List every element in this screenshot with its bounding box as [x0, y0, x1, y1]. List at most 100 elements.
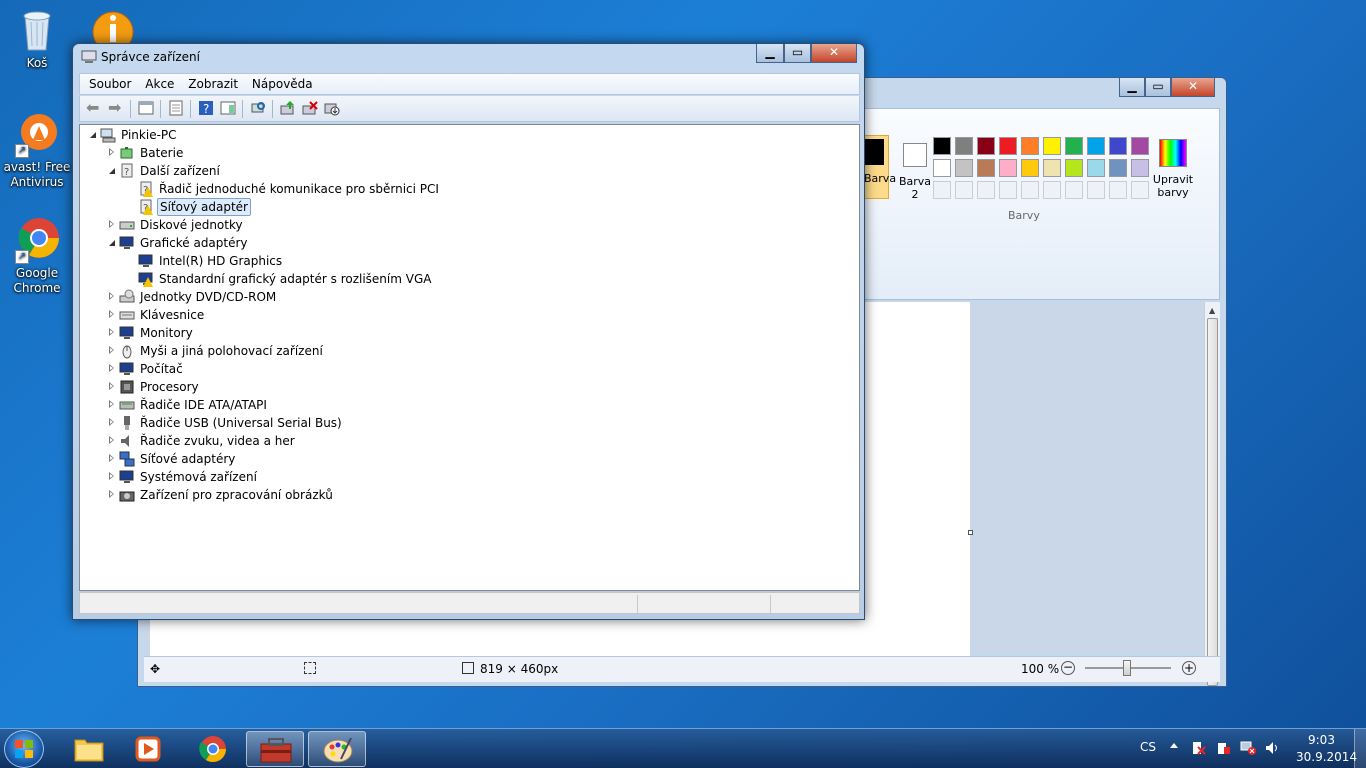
color-swatch[interactable] [933, 137, 951, 155]
tree-device[interactable]: ? Síťový adaptér [80, 198, 840, 216]
paint-vertical-scrollbar[interactable]: ▲ [1204, 302, 1220, 686]
zoom-slider[interactable] [1085, 660, 1171, 676]
collapsed-triangle-icon[interactable] [109, 310, 114, 318]
color-swatch[interactable] [999, 159, 1017, 177]
forward-arrow-icon[interactable]: ➡ [108, 100, 124, 116]
tree-device[interactable]: ? Řadič jednoduché komunikace pro sběrnic… [80, 180, 840, 198]
color-swatch[interactable] [1043, 137, 1061, 155]
color-swatch[interactable] [1087, 137, 1105, 155]
menu-napoveda[interactable]: Nápověda [250, 74, 321, 91]
collapsed-triangle-icon[interactable] [109, 454, 114, 462]
empty-color-swatch[interactable] [933, 181, 951, 199]
tree-category[interactable]: Systémová zařízení [80, 468, 840, 486]
clock-date[interactable]: 30.9.2014 [1296, 750, 1357, 764]
maximize-button[interactable]: ▭ [784, 44, 811, 63]
disable-device-icon[interactable] [324, 100, 340, 116]
expanded-triangle-icon[interactable] [90, 132, 96, 138]
tree-device[interactable]: Standardní grafický adaptér s rozlišením… [80, 270, 840, 288]
empty-color-swatch[interactable] [1087, 181, 1105, 199]
input-language[interactable]: CS [1140, 740, 1156, 754]
color-swatch[interactable] [1087, 159, 1105, 177]
color-swatch[interactable] [955, 159, 973, 177]
back-arrow-icon[interactable]: ⬅ [86, 100, 102, 116]
collapsed-triangle-icon[interactable] [109, 364, 114, 372]
color-swatch[interactable] [1021, 137, 1039, 155]
desktop-icon-avast[interactable]: ↗ avast! Free Antivirus [0, 110, 74, 190]
empty-color-swatch[interactable] [1131, 181, 1149, 199]
collapsed-triangle-icon[interactable] [109, 418, 114, 426]
battery-icon[interactable] [1216, 741, 1230, 755]
collapsed-triangle-icon[interactable] [109, 346, 114, 354]
empty-color-swatch[interactable] [955, 181, 973, 199]
paint-maximize-button[interactable]: ▭ [1145, 78, 1171, 97]
collapsed-triangle-icon[interactable] [109, 220, 114, 228]
tree-category[interactable]: Řadiče zvuku, videa a her [80, 432, 840, 450]
scroll-thumb[interactable] [1207, 318, 1218, 686]
color-swatch[interactable] [1131, 137, 1149, 155]
color-swatch[interactable] [1109, 159, 1127, 177]
empty-color-swatch[interactable] [977, 181, 995, 199]
collapsed-triangle-icon[interactable] [109, 490, 114, 498]
color-swatch[interactable] [1021, 159, 1039, 177]
show-hide-console-icon[interactable] [138, 100, 154, 116]
minimize-button[interactable]: ▁ [756, 44, 784, 63]
scroll-up-arrow-icon[interactable]: ▲ [1209, 306, 1215, 315]
color-swatch[interactable] [1065, 159, 1083, 177]
tree-category[interactable]: Monitory [80, 324, 840, 342]
tree-category[interactable]: Řadiče IDE ATA/ATAPI [80, 396, 840, 414]
zoom-in-button[interactable]: + [1182, 661, 1196, 675]
tree-category[interactable]: Řadiče USB (Universal Serial Bus) [80, 414, 840, 432]
zoom-out-button[interactable]: − [1061, 661, 1075, 675]
collapsed-triangle-icon[interactable] [109, 328, 114, 336]
color-swatch[interactable] [977, 159, 995, 177]
tree-category[interactable]: Počítač [80, 360, 840, 378]
show-hidden-icons-icon[interactable] [1170, 743, 1178, 748]
uninstall-device-icon[interactable] [302, 100, 318, 116]
paint-minimize-button[interactable]: ▁ [1119, 78, 1145, 97]
color-swatch[interactable] [1065, 137, 1083, 155]
tree-category[interactable]: Klávesnice [80, 306, 840, 324]
action-pane-icon[interactable] [220, 100, 236, 116]
scan-hardware-icon[interactable] [250, 100, 266, 116]
close-button[interactable]: ✕ [811, 44, 857, 63]
device-manager-window[interactable]: Správce zařízení ▁ ▭ ✕ Soubor Akce Zobra… [72, 43, 865, 620]
collapsed-triangle-icon[interactable] [109, 148, 114, 156]
collapsed-triangle-icon[interactable] [109, 400, 114, 408]
collapsed-triangle-icon[interactable] [109, 382, 114, 390]
empty-color-swatch[interactable] [1043, 181, 1061, 199]
menu-zobrazit[interactable]: Zobrazit [186, 74, 246, 91]
color-swatch[interactable] [955, 137, 973, 155]
tree-category[interactable]: Procesory [80, 378, 840, 396]
paint-close-button[interactable]: ✕ [1171, 78, 1215, 97]
collapsed-triangle-icon[interactable] [109, 292, 114, 300]
empty-color-swatch[interactable] [999, 181, 1017, 199]
color-swatch[interactable] [1043, 159, 1061, 177]
properties-icon[interactable] [168, 100, 184, 116]
expanded-triangle-icon[interactable] [109, 168, 115, 174]
expanded-triangle-icon[interactable] [109, 240, 115, 246]
taskbar-device-manager[interactable] [246, 731, 304, 767]
empty-color-swatch[interactable] [1109, 181, 1127, 199]
taskbar-chrome[interactable] [184, 731, 242, 767]
action-center-icon[interactable] [1192, 741, 1206, 755]
tree-category[interactable]: Diskové jednotky [80, 216, 840, 234]
desktop-icon-recycle-bin[interactable]: Koš [0, 6, 74, 71]
zoom-slider-thumb[interactable] [1123, 660, 1131, 676]
network-icon[interactable] [1240, 741, 1256, 755]
show-desktop-button[interactable] [1354, 729, 1366, 768]
tree-category[interactable]: Jednotky DVD/CD-ROM [80, 288, 840, 306]
color-swatch[interactable] [977, 137, 995, 155]
tree-category[interactable]: Baterie [80, 144, 840, 162]
help-icon[interactable]: ? [198, 100, 214, 116]
tree-category[interactable]: Grafické adaptéry [80, 234, 840, 252]
taskbar-paint[interactable] [308, 731, 366, 767]
collapsed-triangle-icon[interactable] [109, 472, 114, 480]
tree-category[interactable]: ? Další zařízení [80, 162, 840, 180]
empty-color-swatch[interactable] [1065, 181, 1083, 199]
color-swatch[interactable] [1131, 159, 1149, 177]
tree-category[interactable]: Síťové adaptéry [80, 450, 840, 468]
color2-button[interactable]: Barva 2 [897, 135, 933, 201]
color-swatch[interactable] [999, 137, 1017, 155]
canvas-resize-handle[interactable] [968, 530, 973, 535]
tree-category[interactable]: Zařízení pro zpracování obrázků [80, 486, 840, 504]
